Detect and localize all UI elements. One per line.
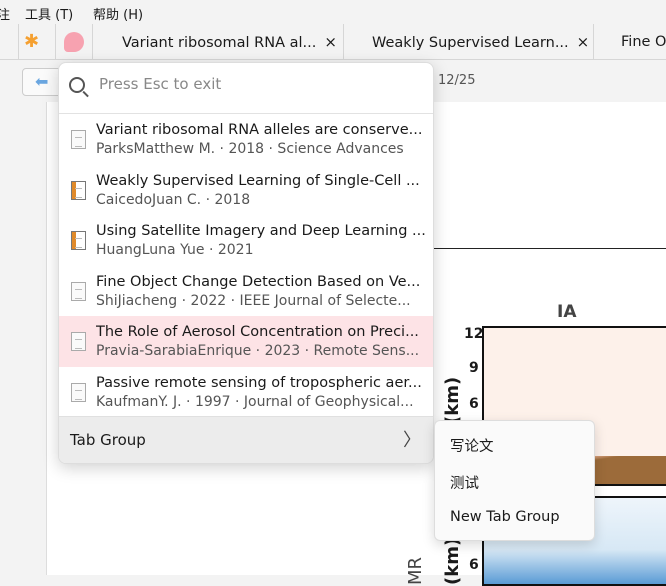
tab-label: Weakly Supervised Learn...	[372, 35, 569, 51]
item-subtitle: CaicedoJuan C. · 2018	[96, 191, 251, 208]
network-icon[interactable]: ✱	[24, 33, 42, 51]
y-axis-label: (km)	[442, 537, 463, 585]
list-item[interactable]: Passive remote sensing of tropospheric a…	[59, 367, 433, 418]
tab-group-label: Tab Group	[70, 431, 146, 449]
y-axis-label: (km)	[442, 376, 463, 424]
item-subtitle: KaufmanY. J. · 1997 · Journal of Geophys…	[96, 393, 414, 410]
item-subtitle: ParksMatthew M. · 2018 · Science Advance…	[96, 141, 404, 157]
page-indicator: 12/25	[438, 73, 476, 88]
app-logo-icon[interactable]	[64, 32, 84, 52]
item-title: Fine Object Change Detection Based on Ve…	[96, 273, 421, 290]
book-icon	[71, 180, 86, 200]
item-subtitle: Pravia-SarabiaEnrique · 2023 · Remote Se…	[96, 343, 420, 359]
tab-list: Variant ribosomal RNA alleles are conser…	[59, 114, 433, 417]
tab-label: Fine O	[621, 34, 666, 50]
arrow-left-icon: ⬅	[35, 72, 49, 91]
book-icon	[71, 231, 86, 250]
submenu-item-write-paper[interactable]: 写论文	[450, 435, 494, 456]
item-title: Variant ribosomal RNA alleles are conser…	[96, 122, 423, 138]
tab-label: Variant ribosomal RNA al...	[122, 35, 317, 51]
list-item[interactable]: The Role of Aerosol Concentration on Pre…	[59, 316, 433, 367]
tab-variant-ribosomal[interactable]: Variant ribosomal RNA al... ×	[122, 24, 337, 60]
item-title: The Role of Aerosol Concentration on Pre…	[96, 324, 419, 340]
search-input[interactable]	[99, 75, 419, 93]
tick-label: 9	[469, 360, 479, 376]
submenu-item-test[interactable]: 测试	[450, 472, 479, 493]
search-box	[59, 63, 433, 114]
tick-label: 6	[469, 557, 479, 573]
menu-tools[interactable]: 工具 (T)	[25, 4, 73, 23]
tab-weakly-supervised[interactable]: Weakly Supervised Learn... ×	[372, 24, 589, 60]
tick-label: 12	[464, 326, 484, 342]
chevron-right-icon: 〉	[403, 430, 421, 451]
close-icon[interactable]: ×	[324, 33, 337, 51]
back-button[interactable]: ⬅	[22, 68, 62, 96]
tab-group-item[interactable]: Tab Group 〉	[59, 416, 433, 463]
list-item[interactable]: Using Satellite Imagery and Deep Learnin…	[59, 215, 433, 266]
menu-help[interactable]: 帮助 (H)	[93, 4, 143, 23]
search-icon	[69, 77, 85, 93]
tab-bar: ✱ Variant ribosomal RNA al... × Weakly Su…	[0, 24, 666, 60]
tab-switcher-popup: Variant ribosomal RNA alleles are conser…	[58, 62, 434, 464]
item-title: Passive remote sensing of tropospheric a…	[96, 374, 422, 391]
item-title: Using Satellite Imagery and Deep Learnin…	[96, 223, 426, 239]
tick-label: 6	[469, 396, 479, 412]
item-subtitle: HuangLuna Yue · 2021	[96, 242, 254, 258]
divider	[430, 248, 666, 249]
document-icon	[71, 281, 86, 301]
document-icon	[71, 382, 86, 402]
document-icon	[71, 332, 86, 351]
figure-title: IA	[557, 302, 577, 322]
tab-group-submenu: 写论文 测试 New Tab Group	[434, 420, 595, 541]
item-title: Weakly Supervised Learning of Single-Cel…	[96, 172, 420, 189]
close-icon[interactable]: ×	[577, 33, 590, 51]
list-item[interactable]: Fine Object Change Detection Based on Ve…	[59, 266, 433, 317]
tab-fine-object[interactable]: Fine O	[621, 24, 666, 60]
document-icon	[71, 130, 86, 149]
submenu-item-new-tab-group[interactable]: New Tab Group	[450, 509, 560, 525]
menu-annotate[interactable]: 注	[0, 4, 10, 23]
menubar: 注 工具 (T) 帮助 (H)	[0, 0, 666, 24]
item-subtitle: ShiJiacheng · 2022 · IEEE Journal of Sel…	[96, 292, 411, 309]
list-item[interactable]: Variant ribosomal RNA alleles are conser…	[59, 114, 433, 165]
list-item[interactable]: Weakly Supervised Learning of Single-Cel…	[59, 165, 433, 216]
side-label: MR	[405, 556, 426, 585]
